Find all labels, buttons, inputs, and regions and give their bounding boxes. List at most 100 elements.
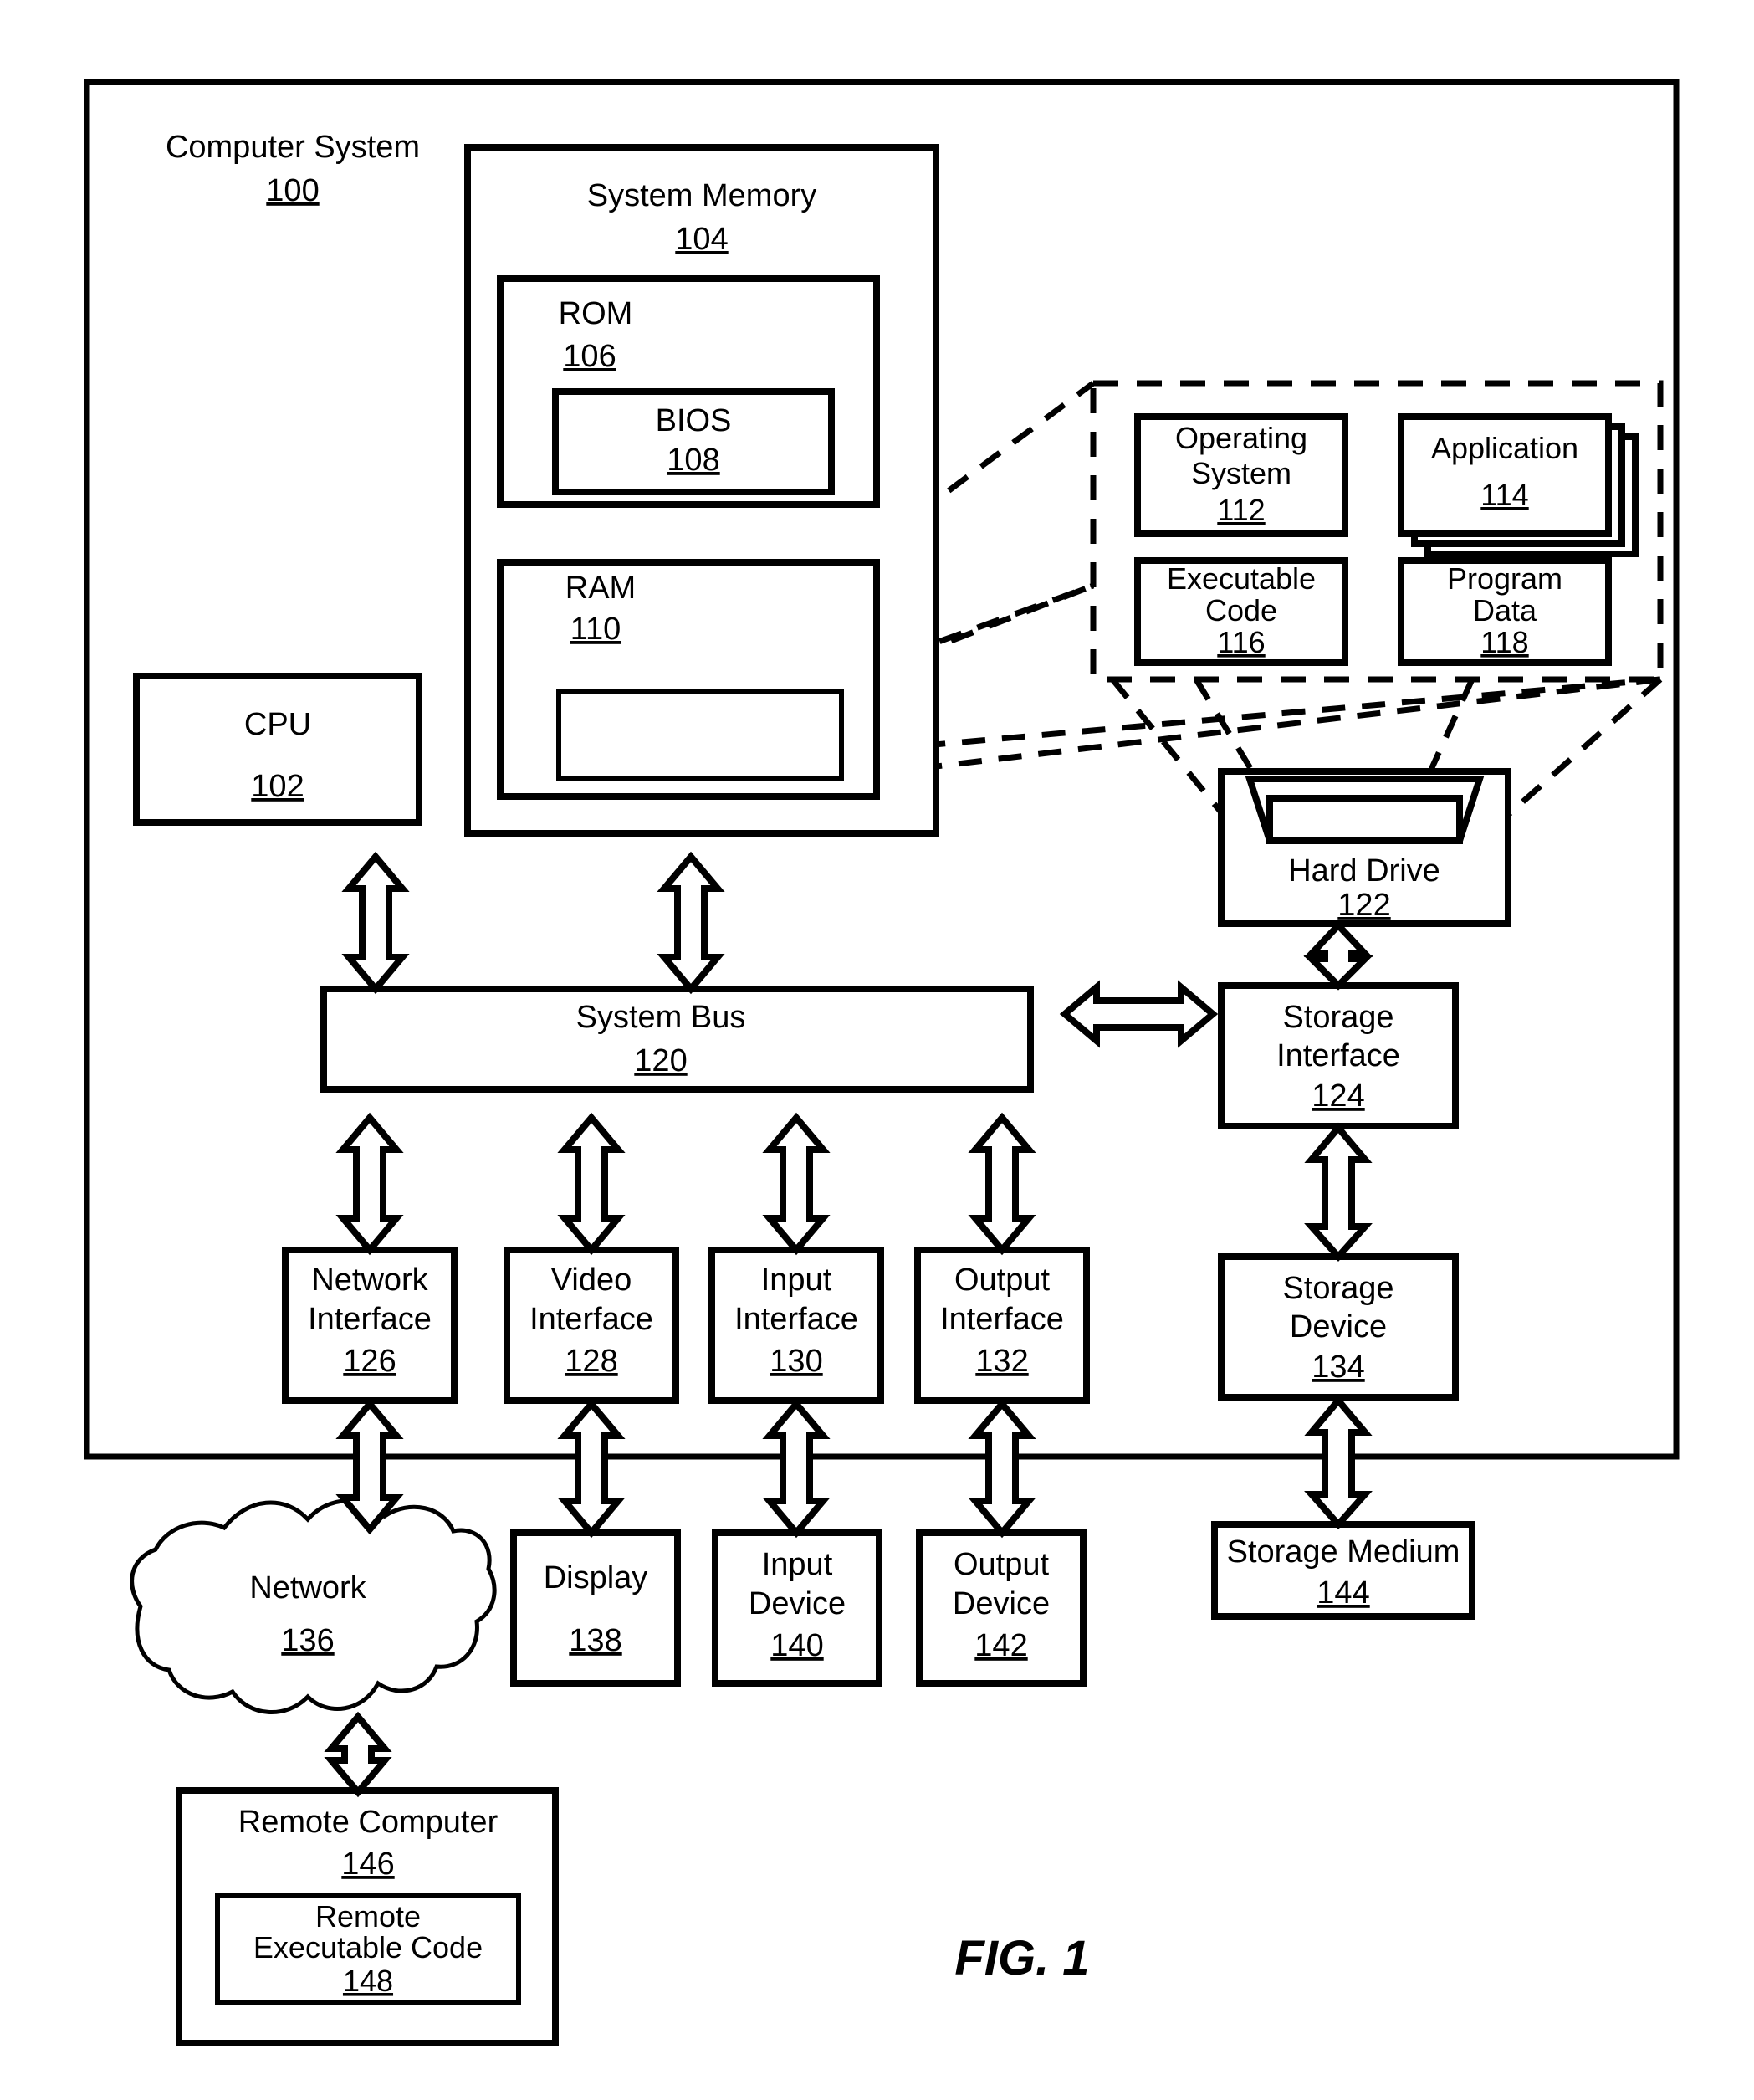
operating-system-number: 112: [1217, 493, 1265, 527]
storage-interface-number: 124: [1312, 1078, 1364, 1114]
storage-interface-label-2: Interface: [1276, 1038, 1400, 1073]
cpu-number: 102: [251, 769, 304, 804]
storage-interface-block: Storage Interface 124: [1218, 982, 1459, 1129]
arrow-system-bus-to-video-interface: [557, 1112, 626, 1256]
arrow-storage-interface-to-storage-device: [1304, 1122, 1373, 1263]
output-device-label-1: Output: [954, 1547, 1050, 1582]
arrow-system-bus-to-storage-interface: [1059, 980, 1219, 1048]
network-cloud-block: Network 136: [130, 1498, 497, 1714]
operating-system-label-1: Operating: [1175, 421, 1307, 455]
remote-executable-code-label-1: Remote: [315, 1899, 421, 1934]
figure-caption: FIG. 1: [954, 1931, 1089, 1985]
video-interface-label-1: Video: [551, 1263, 632, 1298]
storage-medium-label: Storage Medium: [1227, 1534, 1460, 1570]
input-device-number: 140: [770, 1628, 823, 1663]
bios-block: BIOS 108: [552, 388, 835, 495]
remote-computer-block: Remote Computer 146 Remote Executable Co…: [176, 1787, 559, 2046]
arrow-output-interface-to-output-device: [968, 1398, 1036, 1539]
executable-code-block: Executable Code 116: [1134, 557, 1348, 666]
input-device-block: Input Device 140: [712, 1529, 882, 1687]
system-bus-block: System Bus 120: [320, 986, 1034, 1093]
video-interface-number: 128: [565, 1344, 617, 1379]
executable-code-number: 116: [1217, 625, 1265, 659]
display-label: Display: [544, 1560, 648, 1595]
hard-drive-number: 122: [1337, 888, 1390, 923]
arrow-network-interface-to-network: [335, 1398, 404, 1535]
network-interface-number: 126: [343, 1344, 396, 1379]
storage-interface-label-1: Storage: [1282, 1000, 1393, 1035]
storage-device-number: 134: [1312, 1350, 1364, 1385]
input-interface-label-2: Interface: [734, 1302, 858, 1337]
application-label: Application: [1431, 431, 1578, 465]
application-number: 114: [1480, 478, 1528, 512]
hard-drive-label: Hard Drive: [1288, 853, 1440, 889]
cpu-block: CPU 102: [133, 673, 422, 826]
output-interface-number: 132: [975, 1344, 1028, 1379]
input-device-label-1: Input: [762, 1547, 833, 1582]
network-interface-block: Network Interface 126: [282, 1247, 458, 1404]
storage-device-block: Storage Device 134: [1218, 1253, 1459, 1401]
arrow-network-to-remote-computer: [324, 1711, 392, 1798]
bios-number: 108: [667, 443, 719, 478]
video-interface-label-2: Interface: [529, 1302, 653, 1337]
output-device-block: Output Device 142: [916, 1529, 1087, 1687]
program-data-label-1: Program: [1447, 561, 1562, 596]
rom-label: ROM: [559, 296, 633, 331]
executable-code-label-2: Code: [1205, 593, 1277, 627]
hard-drive-platter-face: [1266, 795, 1463, 844]
network-number: 136: [281, 1623, 334, 1658]
network-interface-label-2: Interface: [308, 1302, 432, 1337]
arrow-cpu-to-system-bus: [341, 851, 410, 995]
program-data-block: Program Data 118: [1398, 557, 1612, 666]
output-device-label-2: Device: [953, 1586, 1050, 1621]
arrow-system-memory-to-system-bus: [657, 851, 725, 995]
computer-system-title: Computer System: [166, 130, 420, 165]
arrow-hard-drive-to-storage-interface: [1303, 920, 1373, 991]
remote-computer-number: 146: [341, 1846, 394, 1882]
operating-system-label-2: System: [1191, 456, 1291, 490]
ram-number: 110: [570, 612, 621, 647]
system-memory-number: 104: [675, 222, 728, 257]
ram-contents-region: [556, 689, 844, 781]
network-interface-label-1: Network: [311, 1263, 428, 1298]
input-interface-block: Input Interface 130: [708, 1247, 884, 1404]
hard-drive-block: Hard Drive 122: [1218, 768, 1511, 927]
program-data-label-2: Data: [1473, 593, 1537, 627]
video-interface-block: Video Interface 128: [504, 1247, 679, 1404]
cloud-shape: [130, 1498, 497, 1714]
system-memory-label: System Memory: [587, 178, 816, 213]
patent-figure-1: Operating System 112 Application 114 Exe…: [0, 0, 1754, 2100]
arrow-system-bus-to-output-interface: [968, 1112, 1036, 1256]
executable-code-label-1: Executable: [1167, 561, 1316, 596]
display-block: Display 138: [510, 1529, 681, 1687]
rom-number: 106: [563, 339, 616, 374]
arrow-system-bus-to-input-interface: [762, 1112, 831, 1256]
bios-label: BIOS: [656, 403, 732, 438]
display-number: 138: [569, 1623, 621, 1658]
storage-medium-block: Storage Medium 144: [1211, 1521, 1475, 1620]
remote-executable-code-label-2: Executable Code: [253, 1930, 483, 1964]
input-device-label-2: Device: [749, 1586, 846, 1621]
operating-system-block: Operating System 112: [1134, 413, 1348, 537]
input-interface-label-1: Input: [761, 1263, 832, 1298]
storage-device-label-1: Storage: [1282, 1271, 1393, 1306]
output-interface-label-2: Interface: [940, 1302, 1064, 1337]
output-device-number: 142: [974, 1628, 1027, 1663]
cpu-label: CPU: [244, 707, 311, 742]
output-interface-label-1: Output: [954, 1263, 1051, 1298]
network-label: Network: [249, 1570, 366, 1606]
application-block: Application 114: [1398, 413, 1639, 557]
system-bus-number: 120: [634, 1043, 687, 1078]
ram-label: RAM: [565, 571, 636, 606]
storage-medium-number: 144: [1317, 1575, 1369, 1611]
input-interface-number: 130: [770, 1344, 822, 1379]
remote-computer-label: Remote Computer: [238, 1805, 499, 1840]
program-data-number: 118: [1480, 625, 1528, 659]
storage-device-label-2: Device: [1290, 1309, 1387, 1345]
system-bus-label: System Bus: [576, 1000, 746, 1035]
remote-executable-code-number: 148: [343, 1964, 393, 1998]
arrow-video-interface-to-display: [557, 1398, 626, 1539]
arrow-storage-device-to-storage-medium: [1304, 1395, 1373, 1530]
output-interface-block: Output Interface 132: [914, 1247, 1090, 1404]
ram-block: RAM 110: [497, 559, 880, 800]
